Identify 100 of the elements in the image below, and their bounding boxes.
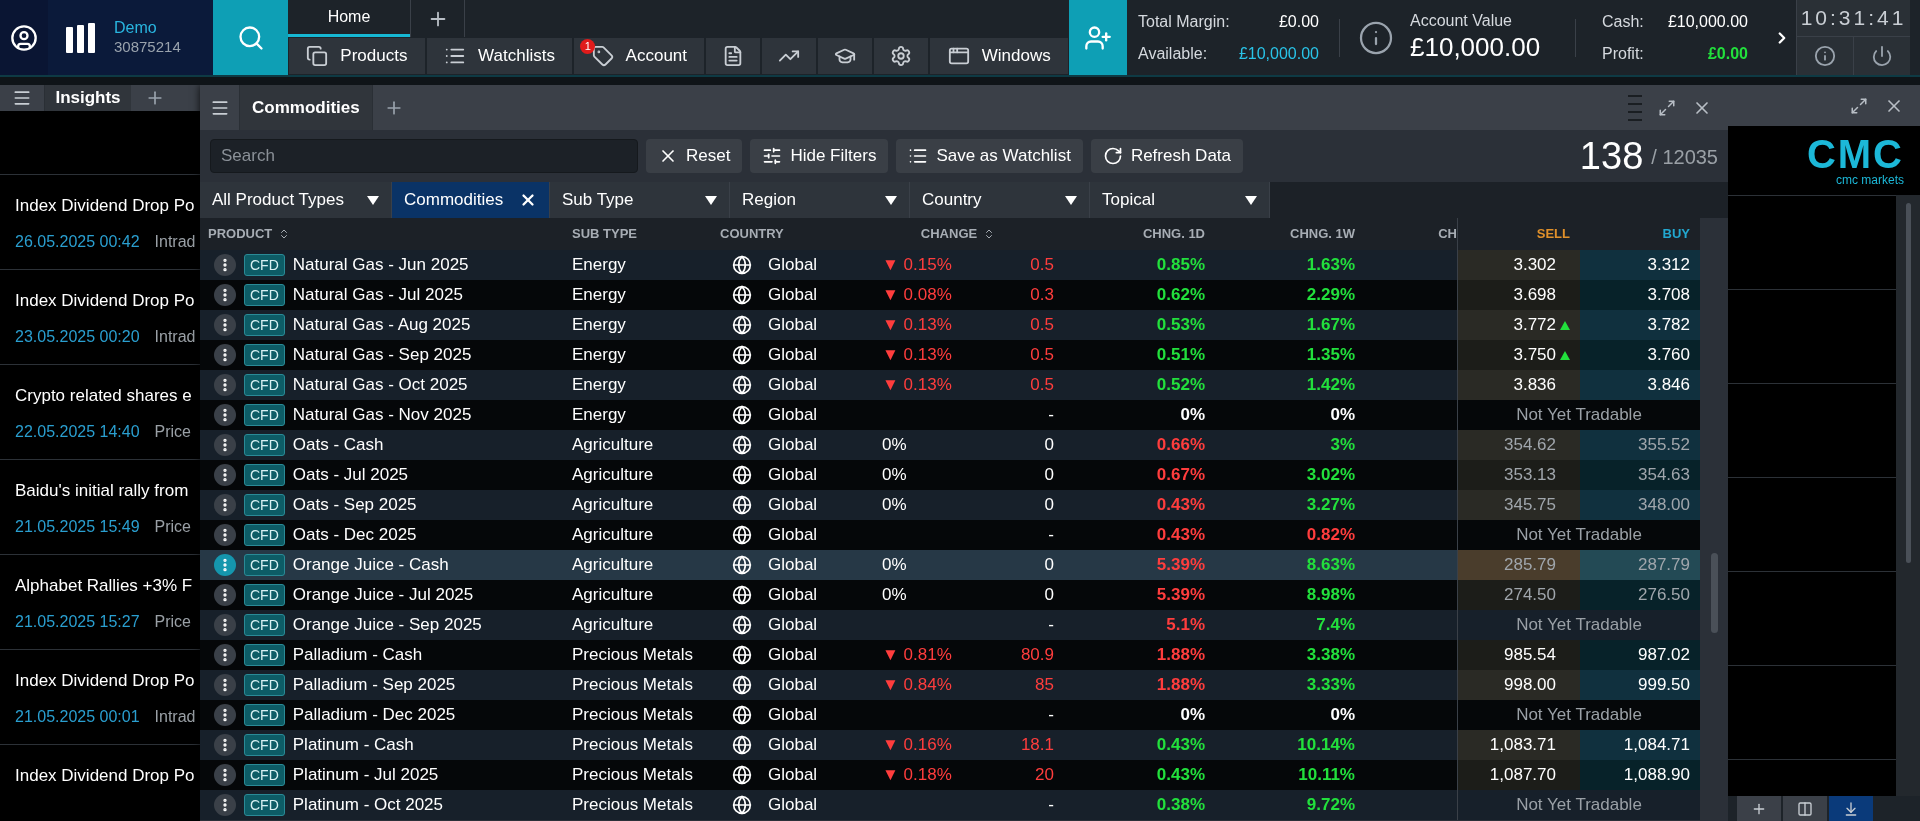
nav-button[interactable]: Watchlists	[425, 37, 574, 75]
buy-price[interactable]: 1,088.90	[1580, 760, 1700, 790]
filter-dropdown[interactable]: Commodities	[392, 182, 550, 218]
toolbar-button[interactable]: Save as Watchlist	[896, 139, 1083, 173]
buy-price[interactable]: 355.52	[1580, 430, 1700, 460]
sell-price[interactable]: 3.836	[1457, 370, 1580, 400]
buy-price[interactable]: 3.312	[1580, 250, 1700, 280]
buy-price[interactable]: 3.846	[1580, 370, 1700, 400]
buy-price[interactable]: 987.02	[1580, 640, 1700, 670]
table-row[interactable]: CFD Orange Juice - Jul 2025 Agriculture Global 0% 0 5.39% 8.98% 274.50 276.50	[200, 580, 1700, 610]
table-row[interactable]: CFD Natural Gas - Jun 2025 Energy Global ▼ 0.15% 0.5 0.85% 1.63% 3.302 3.312	[200, 250, 1700, 280]
table-row[interactable]: CFD Orange Juice - Sep 2025 Agriculture Global - 5.1% 7.4% Not Yet Tradable	[200, 610, 1700, 640]
more-button[interactable]	[214, 644, 236, 666]
sell-price[interactable]: 353.13	[1457, 460, 1580, 490]
more-button[interactable]	[214, 734, 236, 756]
nav-button[interactable]: Windows	[929, 37, 1069, 75]
table-row[interactable]: CFD Natural Gas - Oct 2025 Energy Global ▼ 0.13% 0.5 0.52% 1.42% 3.836 3.846	[200, 370, 1700, 400]
sell-price[interactable]: 1,087.70	[1457, 760, 1580, 790]
table-row[interactable]: CFD Natural Gas - Nov 2025 Energy Global - 0% 0% Not Yet Tradable	[200, 400, 1700, 430]
buy-price[interactable]: 348.00	[1580, 490, 1700, 520]
sell-price[interactable]: 3.772	[1457, 310, 1580, 340]
table-row[interactable]: CFD Natural Gas - Aug 2025 Energy Global ▼ 0.13% 0.5 0.53% 1.67% 3.772 3.782	[200, 310, 1700, 340]
table-row[interactable]: CFD Oats - Dec 2025 Agriculture Global - 0.43% 0.82% Not Yet Tradable	[200, 520, 1700, 550]
buy-price[interactable]: 3.760	[1580, 340, 1700, 370]
column-header[interactable]: CH	[1365, 218, 1457, 250]
sell-price[interactable]: 3.698	[1457, 280, 1580, 310]
column-header[interactable]: BUY	[1580, 218, 1700, 250]
more-button[interactable]	[214, 584, 236, 606]
toolbar-button[interactable]: Hide Filters	[750, 139, 889, 173]
add-user-button[interactable]	[1069, 0, 1127, 75]
more-button[interactable]	[214, 464, 236, 486]
filter-dropdown[interactable]: Country	[910, 182, 1090, 218]
table-row[interactable]: CFD Oats - Cash Agriculture Global 0% 0 0.66% 3% 354.62 355.52	[200, 430, 1700, 460]
sell-price[interactable]: 354.62	[1457, 430, 1580, 460]
more-button[interactable]	[214, 524, 236, 546]
dock-button[interactable]	[1829, 796, 1873, 821]
buy-price[interactable]: 999.50	[1580, 670, 1700, 700]
more-button[interactable]	[214, 404, 236, 426]
sell-price[interactable]: 998.00	[1457, 670, 1580, 700]
table-row[interactable]: CFD Oats - Sep 2025 Agriculture Global 0% 0 0.43% 3.27% 345.75 348.00	[200, 490, 1700, 520]
more-button[interactable]	[214, 764, 236, 786]
table-row[interactable]: CFD Natural Gas - Sep 2025 Energy Global ▼ 0.13% 0.5 0.51% 1.35% 3.750 3.760	[200, 340, 1700, 370]
column-header[interactable]: SUB TYPE	[562, 218, 710, 250]
sell-price[interactable]: 274.50	[1457, 580, 1580, 610]
buy-price[interactable]: 287.79	[1580, 550, 1700, 580]
more-button[interactable]	[214, 554, 236, 576]
more-button[interactable]	[214, 374, 236, 396]
table-row[interactable]: CFD Palladium - Sep 2025 Precious Metals Global ▼ 0.84% 85 1.88% 3.33% 998.00 999.50	[200, 670, 1700, 700]
nav-icon-button[interactable]	[761, 37, 818, 75]
more-button[interactable]	[214, 614, 236, 636]
toolbar-button[interactable]: Reset	[646, 139, 743, 173]
filter-dropdown[interactable]: Topical	[1090, 182, 1270, 218]
expand-icon[interactable]	[1658, 98, 1676, 117]
more-button[interactable]	[214, 434, 236, 456]
table-row[interactable]: CFD Palladium - Cash Precious Metals Global ▼ 0.81% 80.9 1.88% 3.38% 985.54 987.02	[200, 640, 1700, 670]
more-button[interactable]	[214, 254, 236, 276]
more-button[interactable]	[214, 284, 236, 306]
buy-price[interactable]: 354.63	[1580, 460, 1700, 490]
sell-price[interactable]: 1,083.71	[1457, 730, 1580, 760]
more-button[interactable]	[214, 314, 236, 336]
nav-icon-button[interactable]	[705, 37, 762, 75]
table-row[interactable]: CFD Palladium - Dec 2025 Precious Metals Global - 0% 0% Not Yet Tradable	[200, 700, 1700, 730]
user-button[interactable]	[0, 0, 48, 75]
insights-tab[interactable]: Insights	[45, 85, 131, 111]
column-header[interactable]: PRODUCT	[200, 218, 562, 250]
power-button[interactable]	[1853, 37, 1910, 75]
info-button[interactable]	[1797, 37, 1854, 75]
column-header[interactable]: COUNTRY	[710, 218, 852, 250]
search-field[interactable]: Search	[210, 139, 638, 173]
table-row[interactable]: CFD Platinum - Oct 2025 Precious Metals Global - 0.38% 9.72% Not Yet Tradable	[200, 790, 1700, 820]
scrollbar-thumb[interactable]	[1710, 553, 1718, 633]
more-button[interactable]	[214, 344, 236, 366]
commodities-tab[interactable]: Commodities	[240, 85, 373, 130]
sell-price[interactable]: 285.79	[1457, 550, 1580, 580]
buy-price[interactable]: 1,084.71	[1580, 730, 1700, 760]
table-row[interactable]: CFD Oats - Jul 2025 Agriculture Global 0% 0 0.67% 3.02% 353.13 354.63	[200, 460, 1700, 490]
filter-dropdown[interactable]: All Product Types	[200, 182, 392, 218]
more-button[interactable]	[214, 704, 236, 726]
column-header[interactable]: CHANGE	[852, 218, 1064, 250]
dock-button[interactable]	[1783, 796, 1827, 821]
nav-icon-button[interactable]	[817, 37, 874, 75]
buy-price[interactable]: 3.708	[1580, 280, 1700, 310]
sell-price[interactable]: 345.75	[1457, 490, 1580, 520]
table-row[interactable]: CFD Platinum - Jul 2025 Precious Metals Global ▼ 0.18% 20 0.43% 10.11% 1,087.70 1,088.90	[200, 760, 1700, 790]
buy-price[interactable]: 276.50	[1580, 580, 1700, 610]
table-row[interactable]: CFD Natural Gas - Jul 2025 Energy Global ▼ 0.08% 0.3 0.62% 2.29% 3.698 3.708	[200, 280, 1700, 310]
more-button[interactable]	[214, 494, 236, 516]
more-button[interactable]	[214, 674, 236, 696]
filter-dropdown[interactable]: Region	[730, 182, 910, 218]
buy-price[interactable]: 3.782	[1580, 310, 1700, 340]
table-row[interactable]: CFD Platinum - Cash Precious Metals Global ▼ 0.16% 18.1 0.43% 10.14% 1,083.71 1,084.71	[200, 730, 1700, 760]
more-button[interactable]	[214, 794, 236, 816]
nav-button[interactable]: Products	[288, 37, 426, 75]
sell-price[interactable]: 3.302	[1457, 250, 1580, 280]
filter-dropdown[interactable]: Sub Type	[550, 182, 730, 218]
sell-price[interactable]: 985.54	[1457, 640, 1580, 670]
column-header[interactable]: CHNG. 1W	[1215, 218, 1365, 250]
expand-icon[interactable]	[1850, 96, 1868, 115]
column-header[interactable]: CHNG. 1D	[1064, 218, 1215, 250]
toolbar-button[interactable]: Refresh Data	[1090, 139, 1244, 173]
